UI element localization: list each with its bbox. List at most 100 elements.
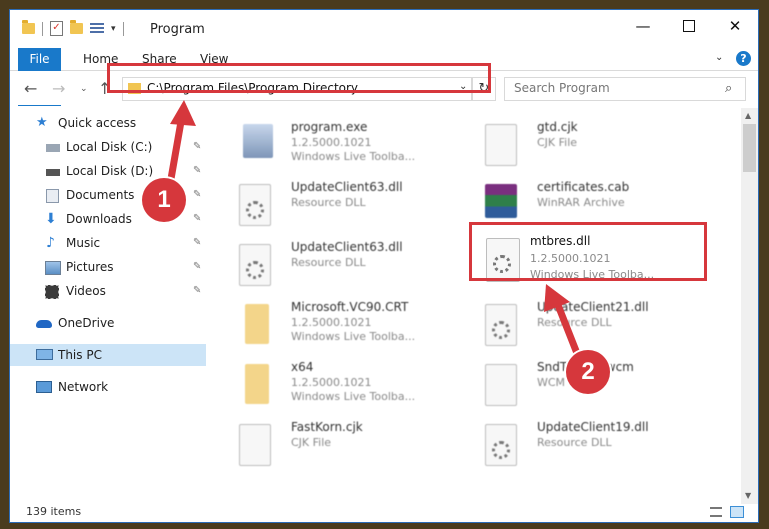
file-detail: 1.2.5000.1021 — [291, 136, 372, 149]
document-icon — [485, 124, 517, 166]
sidebar-item-label: Network — [58, 380, 109, 394]
scroll-thumb[interactable] — [743, 124, 756, 172]
sidebar-item-local-disk-d[interactable]: Local Disk (D:) ✎ — [10, 160, 206, 182]
file-detail: 1.2.5000.1021 — [291, 316, 372, 329]
file-detail: Resource DLL — [291, 256, 366, 269]
search-icon[interactable]: ⌕ — [725, 81, 732, 96]
list-item[interactable]: gtd.cjk CJK File — [485, 120, 725, 178]
file-name: certificates.cab — [537, 180, 630, 194]
file-detail: Resource DLL — [537, 436, 612, 449]
list-item[interactable]: x64 1.2.5000.1021 Windows Live Toolba... — [239, 360, 479, 418]
music-icon: ♪ — [46, 235, 55, 251]
back-button[interactable]: ← — [24, 79, 37, 98]
file-detail: WinRAR Archive — [537, 196, 625, 209]
pin-icon[interactable]: ✎ — [193, 256, 201, 278]
file-name: UpdateClient19.dll — [537, 420, 649, 434]
item-count: 139 items — [26, 505, 82, 518]
title-bar: ✓ ▾ Program — ✕ — [10, 10, 758, 48]
dll-icon — [239, 244, 271, 286]
file-name: UpdateClient63.dll — [291, 180, 403, 194]
forward-button[interactable]: → — [52, 79, 65, 98]
file-name: gtd.cjk — [537, 120, 578, 134]
list-item[interactable]: UpdateClient21.dll Resource DLL — [485, 300, 725, 358]
sidebar-item-label: Pictures — [66, 260, 114, 274]
customize-toolbar-chevron-icon[interactable]: ▾ — [111, 24, 116, 34]
search-input[interactable]: Search Program — [514, 81, 610, 95]
maximize-icon — [683, 20, 695, 32]
expand-ribbon-chevron-icon[interactable]: ⌄ — [715, 52, 723, 63]
sidebar-item-network[interactable]: Network — [10, 376, 206, 398]
sidebar-item-label: Documents — [66, 188, 135, 202]
folder-icon — [22, 20, 35, 34]
pin-icon[interactable]: ✎ — [193, 136, 201, 158]
pin-icon[interactable]: ✎ — [193, 232, 201, 254]
sidebar-item-label: This PC — [58, 348, 102, 362]
videos-icon — [45, 285, 59, 299]
sidebar-item-music[interactable]: ♪ Music ✎ — [10, 232, 206, 254]
properties-icon[interactable] — [90, 22, 104, 35]
star-icon: ★ — [36, 115, 48, 130]
rar-icon — [485, 184, 517, 218]
status-bar: 139 items — [10, 504, 758, 522]
list-item[interactable]: program.exe 1.2.5000.1021 Windows Live T… — [239, 120, 479, 178]
vertical-scrollbar[interactable]: ▲ ▼ — [741, 108, 758, 504]
pin-icon[interactable]: ✎ — [193, 280, 201, 302]
toolbar-divider — [122, 21, 124, 36]
file-detail: Windows Live Toolba... — [291, 150, 416, 163]
address-highlight-box — [107, 63, 491, 93]
callout-badge-two: 2 — [566, 350, 610, 394]
sidebar-item-label: Videos — [66, 284, 106, 298]
list-item[interactable]: UpdateClient63.dll Resource DLL — [239, 240, 479, 298]
pin-icon[interactable]: ✎ — [193, 208, 201, 230]
pin-icon[interactable]: ✎ — [193, 184, 201, 206]
gear-icon — [492, 321, 510, 339]
sidebar-item-label: OneDrive — [58, 316, 115, 330]
file-detail: Windows Live Toolba... — [291, 330, 416, 343]
list-item[interactable]: FastKorn.cjk CJK File — [239, 420, 479, 478]
close-button[interactable]: ✕ — [712, 10, 758, 42]
scroll-up-icon[interactable]: ▲ — [745, 111, 751, 120]
documents-icon — [46, 189, 59, 203]
computer-icon — [36, 349, 53, 360]
folder-icon — [245, 364, 269, 404]
sidebar-item-label: Quick access — [58, 116, 137, 130]
list-item[interactable]: UpdateClient63.dll Resource DLL — [239, 180, 479, 238]
dll-icon — [239, 184, 271, 226]
sidebar-item-label: Local Disk (C:) — [66, 140, 153, 154]
gear-icon — [246, 201, 264, 219]
sidebar-item-local-disk-c[interactable]: Local Disk (C:) ✎ — [10, 136, 206, 158]
checkmark-icon[interactable]: ✓ — [50, 21, 63, 36]
sidebar-item-this-pc[interactable]: This PC — [10, 344, 206, 366]
recent-locations-chevron-icon[interactable]: ⌄ — [80, 84, 88, 94]
document-icon — [239, 424, 271, 466]
file-name: FastKorn.cjk — [291, 420, 363, 434]
new-folder-icon[interactable] — [70, 20, 83, 34]
file-list: program.exe 1.2.5000.1021 Windows Live T… — [207, 108, 741, 504]
sidebar-item-label: Local Disk (D:) — [66, 164, 154, 178]
drive-icon — [46, 169, 60, 176]
dll-icon — [485, 304, 517, 346]
scroll-down-icon[interactable]: ▼ — [745, 491, 751, 500]
help-button[interactable]: ? — [736, 51, 751, 66]
search-box[interactable]: Search Program ⌕ — [504, 77, 746, 101]
toolbar-divider — [42, 21, 43, 36]
file-name: Microsoft.VC90.CRT — [291, 300, 409, 314]
pin-icon[interactable]: ✎ — [193, 160, 201, 182]
list-item[interactable]: Microsoft.VC90.CRT 1.2.5000.1021 Windows… — [239, 300, 479, 358]
sidebar-item-quick-access[interactable]: ★ Quick access — [10, 112, 206, 134]
maximize-button[interactable] — [666, 10, 712, 42]
sidebar-item-videos[interactable]: Videos ✎ — [10, 280, 206, 302]
list-item[interactable]: UpdateClient19.dll Resource DLL — [485, 420, 725, 478]
sidebar-item-onedrive[interactable]: OneDrive — [10, 312, 206, 334]
details-view-icon[interactable] — [710, 507, 722, 517]
network-icon — [36, 381, 52, 393]
gear-icon — [246, 261, 264, 279]
minimize-button[interactable]: — — [620, 10, 666, 42]
sidebar-item-label: Downloads — [66, 212, 132, 226]
navigation-pane: ★ Quick access Local Disk (C:) ✎ Local D… — [10, 108, 206, 504]
file-highlight-box — [469, 222, 707, 281]
sidebar-item-pictures[interactable]: Pictures ✎ — [10, 256, 206, 278]
download-icon: ⬇ — [45, 211, 57, 227]
gear-icon — [492, 441, 510, 459]
large-icons-view-icon[interactable] — [730, 506, 744, 518]
